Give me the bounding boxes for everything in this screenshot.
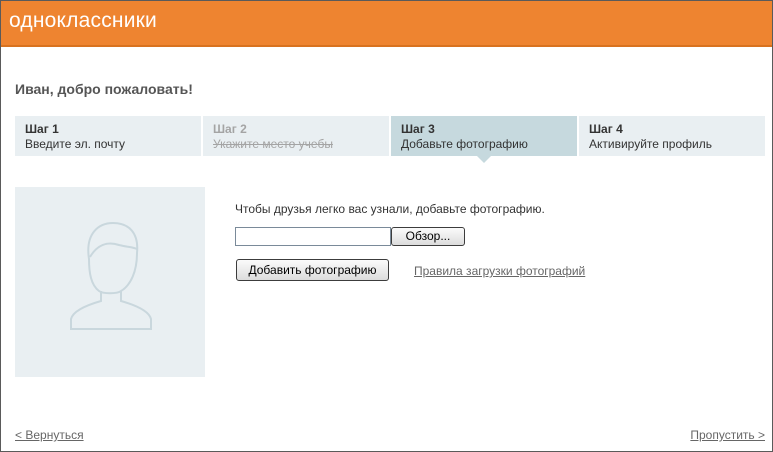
- add-photo-button[interactable]: Добавить фотографию: [236, 259, 389, 281]
- step-label: Укажите место учебы: [213, 137, 333, 151]
- user-silhouette-icon: [70, 221, 152, 330]
- active-step-pointer: [477, 156, 491, 163]
- header-bar: одноклассники: [1, 1, 772, 47]
- step-number: Шаг 3: [401, 122, 435, 136]
- file-path-input[interactable]: [235, 227, 391, 246]
- step-1: Шаг 1 Введите эл. почту: [15, 116, 201, 156]
- upload-hint: Чтобы друзья легко вас узнали, добавьте …: [235, 202, 545, 216]
- skip-link[interactable]: Пропустить >: [690, 428, 765, 442]
- step-number: Шаг 1: [25, 122, 59, 136]
- welcome-heading: Иван, добро пожаловать!: [15, 81, 193, 97]
- photo-placeholder: [15, 187, 205, 377]
- site-logo[interactable]: одноклассники: [9, 9, 157, 33]
- step-4: Шаг 4 Активируйте профиль: [579, 116, 765, 156]
- step-2: Шаг 2 Укажите место учебы: [203, 116, 389, 156]
- step-label: Введите эл. почту: [25, 137, 126, 151]
- step-3: Шаг 3 Добавьте фотографию: [391, 116, 577, 163]
- step-label: Активируйте профиль: [589, 137, 712, 151]
- step-label: Добавьте фотографию: [401, 137, 528, 151]
- step-number: Шаг 4: [589, 122, 623, 136]
- page-frame: одноклассники Иван, добро пожаловать! Ша…: [0, 0, 773, 452]
- registration-steps: Шаг 1 Введите эл. почту Шаг 2 Укажите ме…: [15, 116, 765, 163]
- step-number: Шаг 2: [213, 122, 247, 136]
- upload-rules-link[interactable]: Правила загрузки фотографий: [414, 264, 585, 278]
- browse-button[interactable]: Обзор...: [391, 227, 465, 246]
- back-link[interactable]: < Вернуться: [15, 428, 84, 442]
